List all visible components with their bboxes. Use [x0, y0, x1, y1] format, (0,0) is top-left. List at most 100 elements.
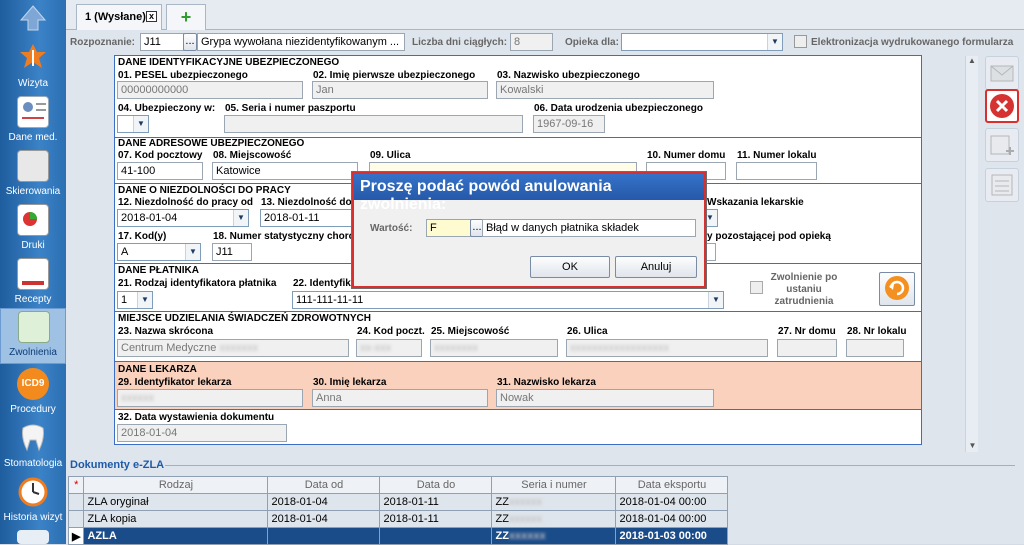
scroll-up-icon[interactable]: ▲: [966, 56, 978, 65]
chevron-down-icon: ▼: [185, 244, 200, 260]
seria-prefix: ZZ: [495, 530, 509, 542]
sidebar-item-more[interactable]: [0, 528, 66, 544]
envelope-icon: [990, 65, 1014, 82]
sidebar-item-recepty[interactable]: Recepty: [0, 256, 66, 310]
sidebar-item-dane-med[interactable]: Dane med.: [0, 94, 66, 148]
cell-seria: ZZxxxxxx: [491, 510, 617, 528]
sidebar-item-wizyta[interactable]: Wizyta: [0, 40, 66, 94]
ubezpieczony-label: 04. Ubezpieczony w:: [118, 103, 216, 114]
sidebar-label: Historia wizyt: [3, 512, 63, 523]
sidebar-item-skierowania[interactable]: Skierowania: [0, 148, 66, 202]
imie-lekarza-label: 30. Imię lekarza: [313, 377, 387, 388]
arrow-up-icon: [17, 2, 49, 34]
close-tab-icon[interactable]: x: [146, 11, 157, 22]
chevron-down-icon: ▼: [133, 116, 148, 132]
platnik-action-button[interactable]: [879, 272, 915, 306]
reason-description-field[interactable]: Błąd w danych płatnika składek: [482, 219, 696, 237]
tab-label: 1 (Wysłane): [85, 11, 146, 23]
section-title: DANE IDENTYFIKACYJNE UBEZPIECZONEGO: [118, 57, 340, 68]
identyfikator-value: 111-111-11-11: [296, 294, 364, 306]
ezla-table: * Rodzaj Data od Data do Seria i numer D…: [67, 476, 729, 545]
form-scrollbar[interactable]: ▲ ▼: [965, 56, 978, 452]
elektronizacja-checkbox[interactable]: [794, 35, 807, 48]
rodzaj-id-select[interactable]: 1 ▼: [117, 291, 153, 309]
cancel-leave-button[interactable]: [985, 89, 1019, 123]
add-document-button[interactable]: [985, 128, 1019, 162]
document-list-button[interactable]: [985, 168, 1019, 202]
nr-domu-field[interactable]: [777, 339, 837, 357]
liczba-dni-field[interactable]: 8: [510, 33, 553, 51]
section-title: DANE PŁATNIKA: [118, 265, 199, 276]
miejscowosc-field[interactable]: xxxxxxxx: [430, 339, 558, 357]
rozpoznanie-desc-field[interactable]: Grypa wywołana niezidentyfikowanym ...: [197, 33, 405, 51]
opieka-select[interactable]: ▼: [621, 33, 783, 51]
wartosc-label: Wartość:: [370, 223, 413, 234]
kod-field[interactable]: 41-100: [117, 162, 203, 180]
nr-lokalu-field[interactable]: [846, 339, 904, 357]
zwolnienie-po-ustaniu-checkbox[interactable]: [750, 281, 763, 294]
nr-statystyczny-field[interactable]: J11: [212, 243, 252, 261]
liczba-dni-label: Liczba dni ciągłych:: [412, 37, 508, 48]
column-header[interactable]: Rodzaj: [83, 476, 269, 494]
kod-poczt-field[interactable]: xx-xxx: [356, 339, 422, 357]
sidebar-item-historia[interactable]: Historia wizyt: [0, 474, 66, 528]
table-row[interactable]: ZLA oryginał 2018-01-04 2018-01-11 ZZxxx…: [67, 493, 729, 511]
calendar-add-icon: [990, 135, 1014, 155]
cell-rodzaj: ZLA kopia: [83, 510, 269, 528]
add-tab-button[interactable]: +: [166, 4, 206, 30]
column-header[interactable]: Data eksportu: [615, 476, 729, 494]
scroll-down-icon[interactable]: ▼: [966, 441, 979, 450]
sidebar-label: Procedury: [10, 404, 56, 415]
rozpoznanie-lookup-button[interactable]: ...: [183, 33, 197, 51]
niezdolnosc-do-field[interactable]: 2018-01-11: [260, 209, 356, 227]
nr-lokalu-label: 28. Nr lokalu: [847, 326, 907, 337]
id-lekarza-field[interactable]: xxxxxx: [117, 389, 303, 407]
imie-lekarza-field[interactable]: Anna: [312, 389, 488, 407]
row-marker: [67, 510, 85, 528]
nazwisko-lekarza-field[interactable]: Nowak: [496, 389, 714, 407]
sidebar-item-druki[interactable]: Druki: [0, 202, 66, 256]
table-row-selected[interactable]: ▶ AZLA ZZxxxxxx 2018-01-03 00:00: [67, 527, 729, 545]
section-title: MIEJSCE UDZIELANIA ŚWIADCZEŃ ZDROWOTNYCH: [118, 313, 371, 324]
column-header[interactable]: Data do: [379, 476, 493, 494]
dialog-title: Proszę podać powód anulowania zwolnienia…: [354, 174, 704, 213]
sidebar-item-zwolnienia[interactable]: Zwolnienia: [0, 308, 66, 364]
nazwa-field[interactable]: Centrum Medyczne xxxxxxx: [117, 339, 349, 357]
paszport-field[interactable]: [224, 115, 523, 133]
wskazania-select[interactable]: ▼: [704, 209, 718, 227]
rozpoznanie-code-field[interactable]: J11: [140, 33, 184, 51]
table-row[interactable]: ZLA kopia 2018-01-04 2018-01-11 ZZxxxxxx…: [67, 510, 729, 528]
imie-field[interactable]: Jan: [312, 81, 488, 99]
identyfikator-platnika-select[interactable]: 111-111-11-11 ▼: [292, 291, 724, 309]
ubezpieczony-select[interactable]: ▼: [117, 115, 149, 133]
column-header[interactable]: Data od: [267, 476, 381, 494]
nr-lokalu-field[interactable]: [736, 162, 817, 180]
ok-button[interactable]: OK: [530, 256, 610, 278]
chevron-down-icon: ▼: [767, 34, 782, 50]
redacted-text: xxxxxxxxxxxxxxxxxx: [570, 342, 669, 354]
cancel-reason-dialog: Proszę podać powód anulowania zwolnienia…: [352, 172, 706, 288]
pesel-label: 01. PESEL ubezpieczonego: [118, 70, 248, 81]
ulica-field[interactable]: xxxxxxxxxxxxxxxxxx: [566, 339, 768, 357]
sidebar-item-procedury[interactable]: ICD9 Procedury: [0, 366, 66, 420]
reason-code-field[interactable]: F: [426, 219, 472, 237]
nazwisko-field[interactable]: Kowalski: [496, 81, 714, 99]
miejscowosc-field[interactable]: Katowice: [212, 162, 358, 180]
column-header[interactable]: Seria i numer: [491, 476, 617, 494]
kod-choroby-select[interactable]: A ▼: [117, 243, 201, 261]
chevron-down-icon: ▼: [708, 292, 723, 308]
paszport-label: 05. Seria i numer paszportu: [225, 103, 356, 114]
data-urodzenia-field[interactable]: 1967-09-16: [533, 115, 605, 133]
send-button[interactable]: [985, 56, 1019, 90]
data-wystawienia-field[interactable]: 2018-01-04: [117, 424, 287, 442]
niezdolnosc-do-label: 13. Niezdolność do p: [261, 197, 361, 208]
tab-wyslane[interactable]: 1 (Wysłane) x: [76, 4, 162, 30]
cell-eksport: 2018-01-04 00:00: [615, 493, 729, 511]
divider: [165, 465, 1015, 466]
redacted-text: xxxxxx: [508, 530, 546, 542]
niezdolnosc-od-field[interactable]: 2018-01-04 ▼: [117, 209, 249, 227]
cancel-button[interactable]: Anuluj: [615, 256, 697, 278]
pesel-field[interactable]: 00000000000: [117, 81, 303, 99]
window-icon: [17, 530, 49, 544]
sidebar-item-stomatologia[interactable]: Stomatologia: [0, 420, 66, 474]
